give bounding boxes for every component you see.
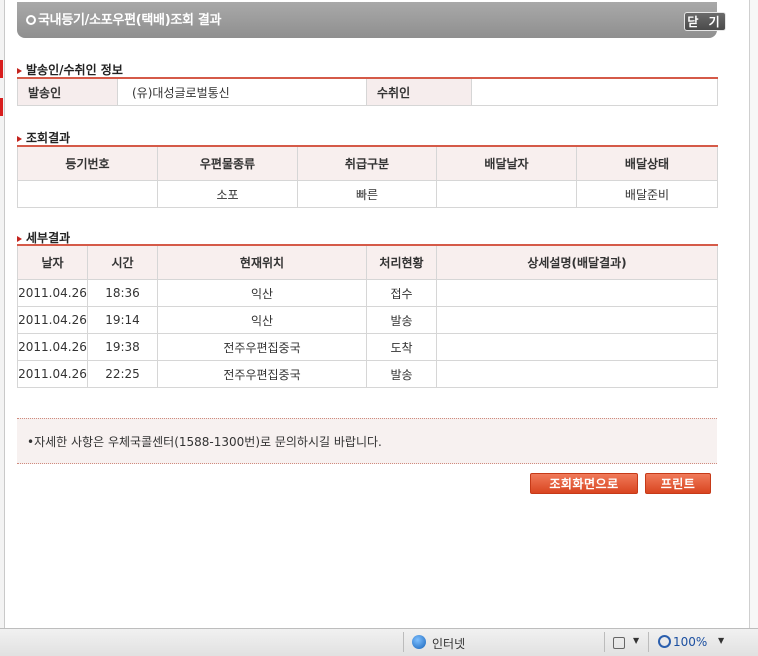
sender-value: (유)대성글로벌통신 <box>117 77 367 106</box>
protected-mode-icon[interactable] <box>613 637 625 649</box>
globe-icon <box>412 635 426 649</box>
section-title: 발송인/수취인 정보 <box>26 63 123 77</box>
time-cell: 18:36 <box>87 279 158 307</box>
window-left-edge <box>0 0 5 628</box>
result-col-header: 등기번호 <box>17 145 158 181</box>
handling-cell: 빠른 <box>297 180 437 208</box>
description-cell <box>436 360 718 388</box>
date-cell: 2011.04.26 <box>17 333 88 361</box>
chevron-down-icon[interactable]: ▼ <box>633 636 639 645</box>
table-row: 2011.04.26 18:36 익산 접수 <box>17 279 718 307</box>
date-cell: 2011.04.26 <box>17 279 88 307</box>
statusbar-divider <box>604 632 605 652</box>
table-row: 2011.04.26 19:38 전주우편집중국 도착 <box>17 333 718 361</box>
description-cell <box>436 279 718 307</box>
result-table: 등기번호 우편물종류 취급구분 배달날자 배달상태 소포 빠른 배달준비 <box>17 145 718 208</box>
popup-title: 국내등기/소포우편(택배)조회 결과 <box>38 13 222 28</box>
description-cell <box>436 333 718 361</box>
location-cell: 전주우편집중국 <box>157 333 367 361</box>
detail-table: 날자 시간 현재위치 처리현황 상세설명(배달결과) 2011.04.26 18… <box>17 244 718 388</box>
browser-statusbar: 인터넷 ▼ 100% ▼ <box>0 628 758 656</box>
date-cell: 2011.04.26 <box>17 360 88 388</box>
arrow-right-icon <box>17 235 22 242</box>
table-row: 소포 빠른 배달준비 <box>17 180 718 208</box>
registration-number <box>32 186 143 199</box>
print-button[interactable]: 프린트 <box>645 473 711 494</box>
table-row: 2011.04.26 22:25 전주우편집중국 발송 <box>17 360 718 388</box>
result-col-header: 취급구분 <box>297 145 437 181</box>
detail-col-header: 시간 <box>87 244 158 280</box>
notice-box: •자세한 사항은 우체국콜센터(1588-1300번)로 문의하시길 바랍니다. <box>17 418 717 464</box>
section-header-result: 조회결과 <box>17 129 70 146</box>
sender-receiver-table: 발송인 (유)대성글로벌통신 수취인 <box>17 77 718 106</box>
status-cell: 접수 <box>366 279 437 307</box>
date-cell: 2011.04.26 <box>17 306 88 334</box>
sender-label: 발송인 <box>17 77 118 106</box>
popup-titlebar: 국내등기/소포우편(택배)조회 결과 닫 기 <box>17 2 726 38</box>
status-cell: 발송 <box>366 360 437 388</box>
statusbar-divider <box>648 632 649 652</box>
description-cell <box>436 306 718 334</box>
section-title: 조회결과 <box>26 131 71 145</box>
mail-type-cell: 소포 <box>157 180 298 208</box>
security-zone: 인터넷 <box>432 637 466 651</box>
notice-text: •자세한 사항은 우체국콜센터(1588-1300번)로 문의하시길 바랍니다. <box>27 435 382 449</box>
back-to-search-button[interactable]: 조회화면으로 <box>530 473 638 494</box>
section-header-sender-receiver: 발송인/수취인 정보 <box>17 61 123 78</box>
status-cell: 발송 <box>366 306 437 334</box>
detail-col-header: 상세설명(배달결과) <box>436 244 718 280</box>
location-cell: 전주우편집중국 <box>157 360 367 388</box>
detail-col-header: 현재위치 <box>157 244 367 280</box>
chevron-down-icon[interactable]: ▼ <box>718 636 724 645</box>
arrow-right-icon <box>17 135 22 142</box>
result-col-header: 배달상태 <box>576 145 718 181</box>
detail-col-header: 처리현황 <box>366 244 437 280</box>
arrow-right-icon <box>17 67 22 74</box>
location-cell: 익산 <box>157 279 367 307</box>
location-cell: 익산 <box>157 306 367 334</box>
edge-marker <box>0 60 3 78</box>
section-title: 세부결과 <box>26 231 71 245</box>
time-cell: 22:25 <box>87 360 158 388</box>
detail-col-header: 날자 <box>17 244 88 280</box>
receiver-value <box>471 77 718 106</box>
table-row: 2011.04.26 19:14 익산 발송 <box>17 306 718 334</box>
edge-marker <box>0 98 3 116</box>
delivery-date-cell <box>436 180 577 208</box>
bullet-circle-icon <box>26 15 36 25</box>
close-button[interactable]: 닫 기 <box>684 12 726 31</box>
statusbar-divider <box>403 632 404 652</box>
result-col-header: 배달날자 <box>436 145 577 181</box>
zoom-icon[interactable] <box>658 635 671 648</box>
registration-number-cell <box>17 180 158 208</box>
delivery-status-cell: 배달준비 <box>576 180 718 208</box>
receiver-label: 수취인 <box>366 77 472 106</box>
time-cell: 19:38 <box>87 333 158 361</box>
time-cell: 19:14 <box>87 306 158 334</box>
status-cell: 도착 <box>366 333 437 361</box>
window-scrollbar[interactable] <box>749 0 758 628</box>
zoom-level[interactable]: 100% <box>673 635 707 649</box>
result-col-header: 우편물종류 <box>157 145 298 181</box>
